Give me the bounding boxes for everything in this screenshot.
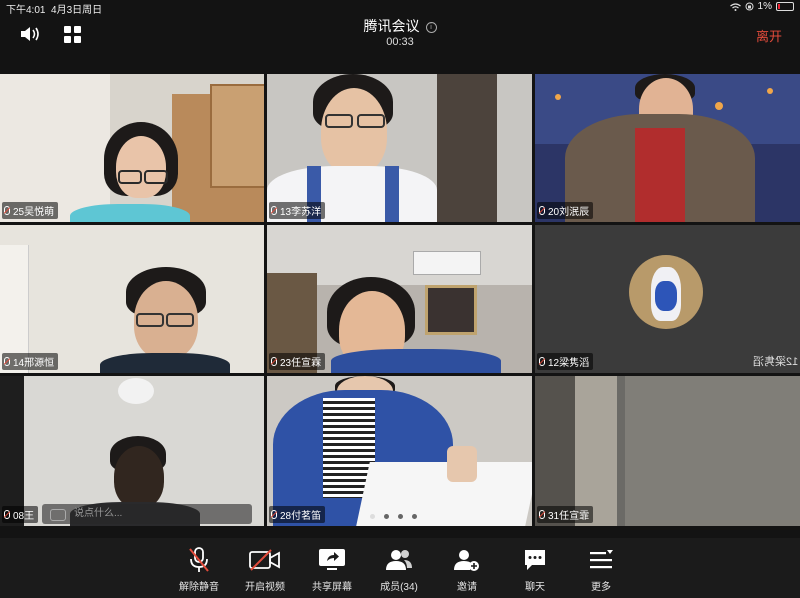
participant-name-badge: 25吴悦萌	[2, 202, 59, 219]
chat-label: 聊天	[525, 582, 545, 593]
page-dot[interactable]	[398, 514, 403, 519]
wifi-icon	[729, 2, 741, 11]
leave-button[interactable]: 离开	[756, 26, 782, 45]
page-indicator[interactable]	[370, 514, 417, 519]
mic-muted-icon	[4, 357, 10, 366]
mic-muted-icon	[271, 510, 277, 519]
members-label: 成员(34)	[380, 582, 418, 593]
chat-input[interactable]: 说点什么...	[42, 504, 252, 524]
participant-name: 20刘泯辰	[548, 207, 590, 218]
invite-label: 邀请	[457, 582, 477, 593]
meeting-duration: 00:33	[386, 36, 414, 48]
participant-name: 12梁隽滔	[548, 358, 590, 369]
invite-button[interactable]: 邀请	[432, 546, 502, 593]
mic-muted-icon	[539, 206, 545, 215]
participant-name-badge: 31任宣霏	[537, 506, 594, 523]
meeting-title-text: 腾讯会议	[363, 18, 420, 34]
mic-muted-icon	[271, 206, 277, 215]
battery-icon	[776, 2, 794, 11]
video-grid: 25吴悦萌 13李苏洋 20刘泯辰 14邢源恒 23任宣霖 12梁隽滔 12梁隽…	[0, 74, 800, 526]
unmute-label: 解除静音	[179, 582, 219, 593]
page-dot[interactable]	[370, 514, 375, 519]
video-tile[interactable]: 20刘泯辰	[535, 74, 800, 222]
mic-muted-icon	[271, 357, 277, 366]
video-tile[interactable]: 25吴悦萌	[0, 74, 264, 222]
members-icon	[386, 550, 412, 570]
participant-name: 13李苏洋	[280, 207, 322, 218]
chat-bubble-icon	[50, 509, 66, 521]
video-tile[interactable]: 说点什么... 08王	[0, 376, 264, 526]
video-tile[interactable]: 31任宣霏	[535, 376, 800, 526]
participant-name-badge: 28付茗笛	[269, 506, 326, 523]
meeting-toolbar: 解除静音 开启视频 共享屏幕 成员(34) 邀请 聊天 更多	[0, 538, 800, 598]
orientation-lock-icon	[745, 2, 754, 11]
unmute-button[interactable]: 解除静音	[164, 546, 234, 593]
participant-name-badge: 13李苏洋	[269, 202, 326, 219]
meeting-title[interactable]: 腾讯会议 i	[0, 16, 800, 36]
share-screen-label: 共享屏幕	[312, 582, 352, 593]
participant-name-badge: 14邢源恒	[2, 353, 59, 370]
mic-muted-icon	[4, 206, 10, 215]
video-tile[interactable]: 13李苏洋	[267, 74, 532, 222]
participant-name: 23任宣霖	[280, 358, 322, 369]
info-icon[interactable]: i	[425, 22, 437, 33]
video-tile[interactable]: 28付茗笛	[267, 376, 532, 526]
status-bar: 下午4:01 4月3日周日 1%	[0, 0, 800, 16]
meeting-header: 腾讯会议 i 00:33 离开	[0, 14, 800, 54]
battery-percent: 1%	[757, 1, 772, 12]
participant-name: 31任宣霏	[548, 511, 590, 522]
participant-name: 28付茗笛	[280, 511, 322, 522]
members-button[interactable]: 成员(34)	[364, 546, 434, 593]
camera-off-icon	[249, 549, 280, 571]
participant-name-badge: 12梁隽滔	[537, 353, 594, 370]
start-video-button[interactable]: 开启视频	[230, 546, 300, 593]
participant-name-badge: 20刘泯辰	[537, 202, 594, 219]
chat-button[interactable]: 聊天	[500, 546, 570, 593]
mic-muted-icon	[4, 510, 10, 519]
share-screen-button[interactable]: 共享屏幕	[297, 546, 367, 593]
more-button[interactable]: 更多	[566, 546, 636, 593]
more-menu-icon	[590, 550, 613, 569]
more-label: 更多	[591, 582, 611, 593]
video-tile[interactable]: 14邢源恒	[0, 225, 264, 373]
mic-muted-icon	[539, 510, 545, 519]
mirrored-name-tag: 12梁隽滔	[752, 356, 798, 368]
participant-name-badge: 08王	[2, 506, 39, 523]
page-dot[interactable]	[384, 514, 389, 519]
avatar	[629, 255, 703, 329]
chat-icon	[525, 550, 545, 570]
page-dot[interactable]	[412, 514, 417, 519]
video-tile[interactable]: 23任宣霖	[267, 225, 532, 373]
participant-name: 25吴悦萌	[13, 207, 55, 218]
mic-off-icon	[189, 547, 209, 572]
participant-name: 08王	[13, 511, 35, 522]
start-video-label: 开启视频	[245, 582, 285, 593]
participant-name-badge: 23任宣霖	[269, 353, 326, 370]
video-tile[interactable]: 12梁隽滔 12梁隽滔	[535, 225, 800, 373]
share-screen-icon	[319, 549, 345, 570]
invite-icon	[454, 550, 479, 571]
participant-name: 14邢源恒	[13, 358, 55, 369]
mic-muted-icon	[539, 357, 545, 366]
chat-placeholder: 说点什么...	[74, 508, 123, 519]
status-icons: 1%	[729, 1, 794, 12]
